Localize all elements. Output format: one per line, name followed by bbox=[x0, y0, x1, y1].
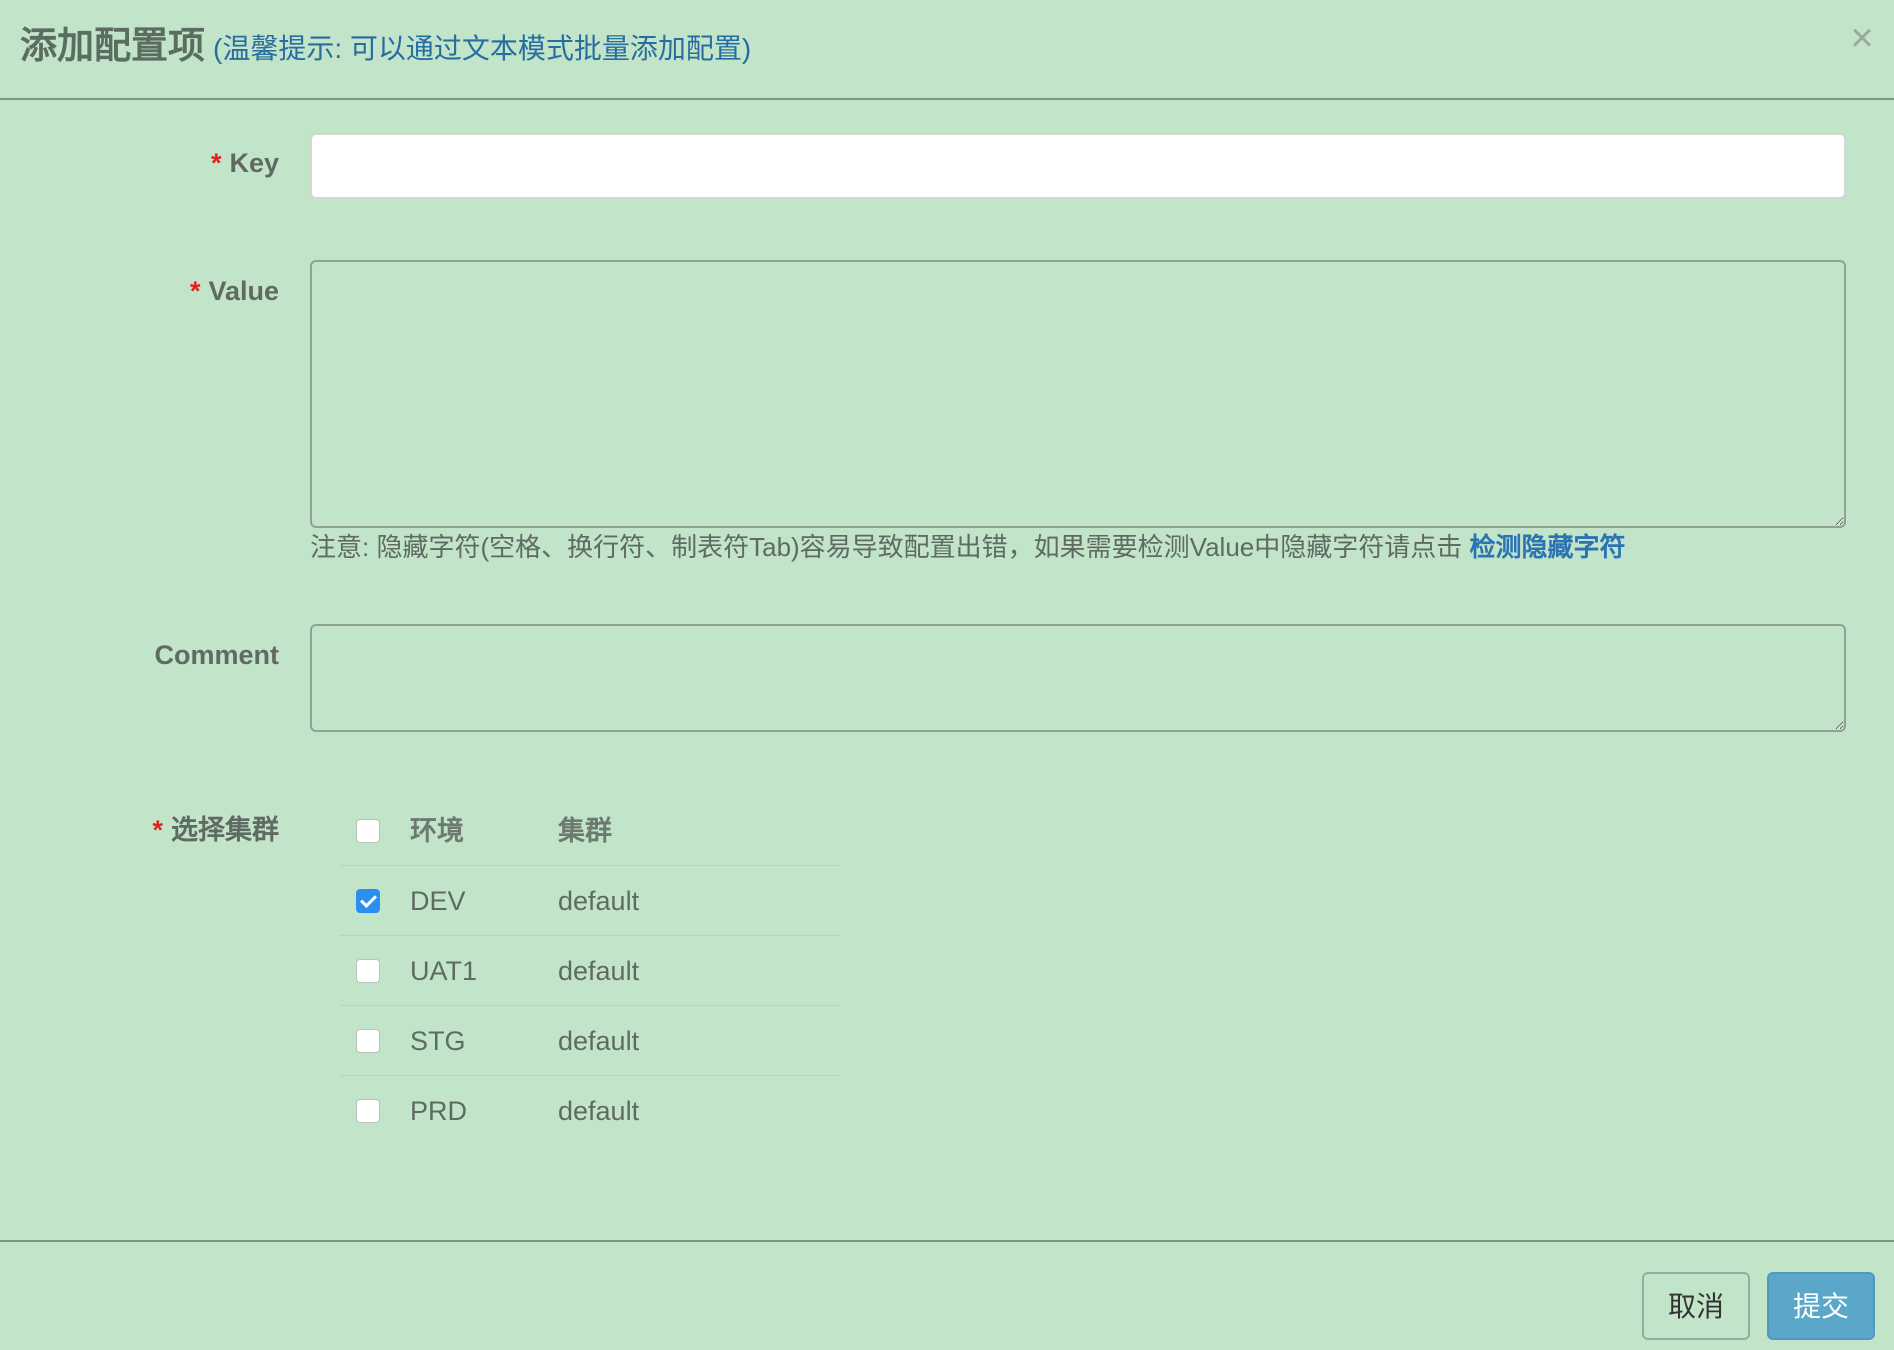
env-name: PRD bbox=[410, 1096, 468, 1126]
cluster-name: default bbox=[558, 956, 640, 986]
cluster-column-header: 集群 bbox=[558, 816, 612, 846]
hidden-char-note: 注意: 隐藏字符(空格、换行符、制表符Tab)容易导致配置出错，如果需要检测Va… bbox=[310, 530, 1626, 564]
hidden-char-note-text: 注意: 隐藏字符(空格、换行符、制表符Tab)容易导致配置出错，如果需要检测Va… bbox=[310, 532, 1470, 562]
cluster-row: PRD default bbox=[340, 1076, 840, 1146]
close-icon[interactable]: × bbox=[1840, 16, 1884, 60]
modal-header: 添加配置项 (温馨提示: 可以通过文本模式批量添加配置) × bbox=[0, 0, 1894, 100]
comment-label-text: Comment bbox=[154, 640, 279, 670]
required-mark: * bbox=[189, 276, 201, 306]
env-column-header: 环境 bbox=[410, 816, 464, 846]
env-name: DEV bbox=[410, 886, 466, 916]
required-mark: * bbox=[152, 815, 163, 845]
detect-hidden-chars-link[interactable]: 检测隐藏字符 bbox=[1469, 532, 1625, 562]
value-textarea[interactable] bbox=[310, 260, 1846, 528]
cluster-checkbox[interactable] bbox=[356, 889, 380, 913]
submit-button[interactable]: 提交 bbox=[1767, 1272, 1875, 1340]
cluster-name: default bbox=[558, 886, 640, 916]
modal-title: 添加配置项 (温馨提示: 可以通过文本模式批量添加配置) bbox=[20, 22, 751, 73]
cluster-row: STG default bbox=[340, 1006, 840, 1076]
cluster-checkbox[interactable] bbox=[356, 1099, 380, 1123]
cancel-button[interactable]: 取消 bbox=[1642, 1272, 1750, 1340]
cluster-row: UAT1 default bbox=[340, 936, 840, 1006]
comment-textarea[interactable] bbox=[310, 624, 1846, 732]
env-name: STG bbox=[410, 1026, 466, 1056]
modal-title-text: 添加配置项 bbox=[20, 25, 205, 66]
modal-footer: 取消 提交 bbox=[0, 1240, 1894, 1350]
required-mark: * bbox=[210, 148, 222, 178]
cluster-select-label: * 选择集群 bbox=[152, 808, 279, 847]
key-label-text: Key bbox=[229, 148, 279, 178]
env-name: UAT1 bbox=[410, 956, 478, 986]
cluster-name: default bbox=[558, 1026, 640, 1056]
cluster-checkbox[interactable] bbox=[356, 1029, 380, 1053]
cluster-name: default bbox=[558, 1096, 640, 1126]
comment-label: Comment bbox=[154, 640, 279, 671]
select-all-checkbox[interactable] bbox=[356, 819, 380, 843]
cluster-table: 环境 集群 DEV default UAT1 default STG defau… bbox=[340, 796, 840, 1146]
value-label-text: Value bbox=[208, 276, 279, 306]
key-label: * Key bbox=[211, 148, 279, 179]
cluster-table-header: 环境 集群 bbox=[340, 796, 840, 866]
cluster-checkbox[interactable] bbox=[356, 959, 380, 983]
cluster-select-label-text: 选择集群 bbox=[171, 815, 279, 845]
cluster-row: DEV default bbox=[340, 866, 840, 936]
add-config-modal: 添加配置项 (温馨提示: 可以通过文本模式批量添加配置) × * Key * Valu… bbox=[0, 0, 1894, 1350]
key-input[interactable] bbox=[310, 133, 1846, 199]
value-label: * Value bbox=[190, 276, 279, 307]
modal-title-hint: (温馨提示: 可以通过文本模式批量添加配置) bbox=[213, 33, 752, 64]
